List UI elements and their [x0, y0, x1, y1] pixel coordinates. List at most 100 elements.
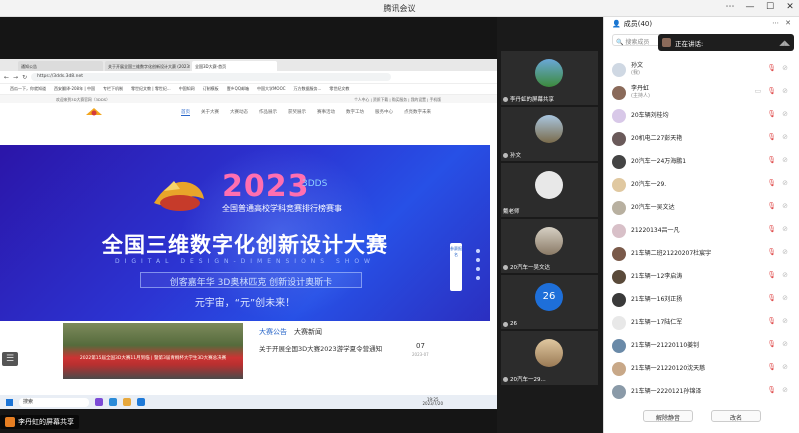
member-row[interactable]: 20汽车一29. 🎙 ⊘ — [612, 174, 792, 195]
site-nav-item[interactable]: 首页 — [181, 109, 190, 116]
camera-off-icon[interactable]: ⊘ — [782, 317, 788, 325]
mic-muted-icon[interactable]: 🎙 — [767, 248, 776, 256]
rename-button[interactable]: 改名 — [711, 410, 761, 422]
member-row[interactable]: 李丹虹 (主持人) ▭ 🎙 ⊘ — [612, 82, 792, 103]
bookmark[interactable]: 中国知网 — [179, 86, 195, 92]
news-tab-news[interactable]: 大赛新闻 — [294, 327, 322, 337]
more-icon[interactable]: ⋯ — [772, 19, 779, 27]
windows-start-icon[interactable] — [6, 398, 13, 406]
camera-off-icon[interactable]: ⊘ — [782, 271, 788, 279]
mic-muted-icon[interactable]: 🎙 — [767, 386, 776, 394]
browser-icon[interactable] — [137, 398, 145, 406]
bookmark[interactable]: 零世纪文教 — [329, 86, 349, 92]
member-row[interactable]: 21车辆一21220110姜钊 🎙 ⊘ — [612, 335, 792, 356]
mic-muted-icon[interactable]: 🎙 — [767, 294, 776, 302]
carousel-dots[interactable] — [476, 249, 480, 280]
member-row[interactable]: 20汽车一24万海鹏1 🎙 ⊘ — [612, 151, 792, 172]
camera-off-icon[interactable]: ⊘ — [782, 363, 788, 371]
mic-muted-icon[interactable]: 🎙 — [767, 110, 776, 118]
mic-muted-icon[interactable]: 🎙 — [767, 271, 776, 279]
more-icon[interactable]: ⋯ — [725, 2, 735, 12]
bookmark[interactable]: 专栏下机制 — [103, 86, 123, 92]
site-nav-item[interactable]: 点亮数字未来 — [404, 109, 431, 116]
mic-muted-icon[interactable]: 🎙 — [767, 156, 776, 164]
site-nav-item[interactable]: 赛事活动 — [317, 109, 335, 116]
bookmark[interactable]: 中国大学MOOC — [257, 86, 286, 92]
bookmark[interactable]: 壹乡QQ邮箱 — [227, 86, 249, 92]
bookmark[interactable]: 零世纪文教 | 零世纪... — [131, 86, 171, 92]
news-photo[interactable]: 2022第15届全国3D大赛11月到临 | 暨第3届青桐杯大学生3D大赛总决赛 — [63, 323, 243, 379]
folder-icon[interactable] — [123, 398, 131, 406]
bookmark[interactable]: 西安翻译-208年 | 中国 — [54, 86, 95, 92]
unmute-all-button[interactable]: 解除静音 — [643, 410, 693, 422]
camera-off-icon[interactable]: ⊘ — [782, 294, 788, 302]
close-button[interactable]: ✕ — [785, 2, 795, 12]
forward-icon[interactable]: → — [13, 74, 18, 81]
app-icon[interactable] — [95, 398, 103, 406]
camera-off-icon[interactable]: ⊘ — [782, 202, 788, 210]
camera-off-icon[interactable]: ⊘ — [782, 64, 788, 72]
video-tile[interactable]: 孙文 — [501, 107, 598, 161]
site-nav-item[interactable]: 获奖展示 — [288, 109, 306, 116]
mic-muted-icon[interactable]: 🎙 — [767, 340, 776, 348]
bookmark[interactable]: 万方数据服务... — [294, 86, 322, 92]
mic-muted-icon[interactable]: 🎙 — [767, 202, 776, 210]
mic-muted-icon[interactable]: 🎙 — [767, 64, 776, 72]
back-icon[interactable]: ← — [4, 74, 9, 81]
camera-off-icon[interactable]: ⊘ — [782, 110, 788, 118]
member-row[interactable]: 21220134吕一凡 🎙 ⊘ — [612, 220, 792, 241]
list-toggle-icon[interactable]: ☰ — [2, 352, 18, 366]
mic-muted-icon[interactable]: 🎙 — [767, 317, 776, 325]
register-side-button[interactable]: 参赛报名 — [450, 243, 462, 291]
browser-tab-active[interactable]: 全国3D大赛-首页 — [192, 61, 277, 71]
site-nav-item[interactable]: 关于大赛 — [201, 109, 219, 116]
maximize-button[interactable]: ☐ — [765, 2, 775, 12]
camera-off-icon[interactable]: ⊘ — [782, 133, 788, 141]
taskbar-search[interactable]: 搜索 — [19, 397, 89, 407]
member-row[interactable]: 21车辆一12李启涛 🎙 ⊘ — [612, 266, 792, 287]
mic-muted-icon[interactable]: 🎙 — [767, 179, 776, 187]
site-nav-item[interactable]: 服务中心 — [375, 109, 393, 116]
mic-muted-icon[interactable]: 🎙 — [767, 87, 776, 95]
news-tab-announcements[interactable]: 大赛公告 — [259, 327, 287, 337]
camera-off-icon[interactable]: ⊘ — [782, 179, 788, 187]
mic-muted-icon[interactable]: 🎙 — [767, 363, 776, 371]
mic-muted-icon[interactable]: 🎙 — [767, 133, 776, 141]
member-row[interactable]: 孙文 (我) 🎙 ⊘ — [612, 59, 792, 80]
bookmark[interactable]: 订制模板 — [203, 86, 219, 92]
member-row[interactable]: 21车辆二班21220207杜宸宇 🎙 ⊘ — [612, 243, 792, 264]
camera-off-icon[interactable]: ⊘ — [782, 386, 788, 394]
camera-off-icon[interactable]: ⊘ — [782, 156, 788, 164]
camera-off-icon[interactable]: ⊘ — [782, 248, 788, 256]
app-icon[interactable] — [109, 398, 117, 406]
member-row[interactable]: 20机电二27彭天艳 🎙 ⊘ — [612, 128, 792, 149]
video-tile[interactable]: 26 26 — [501, 275, 598, 329]
member-row[interactable]: 21车辆一16刘正扬 🎙 ⊘ — [612, 289, 792, 310]
member-row[interactable]: 20汽车一吴文达 🎙 ⊘ — [612, 197, 792, 218]
site-user-links[interactable]: 个人中心 | 资质下载 | 购买服务 | 我的设置 | 手机版 — [354, 97, 441, 102]
news-headline[interactable]: 关于开展全国3D大赛2023游学夏令营通知 — [259, 343, 382, 353]
site-nav-item[interactable]: 数字工坊 — [346, 109, 364, 116]
video-tile[interactable]: 20汽车一吴文达 — [501, 219, 598, 273]
title-bar: 腾讯会议 ⋯ — ☐ ✕ — [0, 0, 799, 17]
mic-muted-icon[interactable]: 🎙 — [767, 225, 776, 233]
member-row[interactable]: 21车辆一21220120沈天慈 🎙 ⊘ — [612, 358, 792, 379]
browser-tab[interactable]: 关于开展全国三维数字化创新设计大赛 (2023年) — [105, 61, 190, 71]
camera-off-icon[interactable]: ⊘ — [782, 225, 788, 233]
member-row[interactable]: 21车辆一17陆仁军 🎙 ⊘ — [612, 312, 792, 333]
minimize-button[interactable]: — — [745, 2, 755, 12]
url-field[interactable]: https://3dds.3d8.net — [31, 73, 392, 81]
refresh-icon[interactable]: ↻ — [22, 74, 27, 81]
camera-off-icon[interactable]: ⊘ — [782, 87, 788, 95]
bookmark[interactable]: 西瓜一下，你就知道 — [10, 86, 46, 92]
video-tile[interactable]: 戴老师 — [501, 163, 598, 217]
member-row[interactable]: 21车辆一2220121孙锦泽 🎙 ⊘ — [612, 381, 792, 402]
close-panel-icon[interactable]: ✕ — [785, 19, 791, 27]
camera-off-icon[interactable]: ⊘ — [782, 340, 788, 348]
browser-tab[interactable]: 通知公告 — [18, 61, 103, 71]
site-nav-item[interactable]: 大赛动态 — [230, 109, 248, 116]
site-nav-item[interactable]: 作品展示 — [259, 109, 277, 116]
video-tile[interactable]: 20汽车一29... — [501, 331, 598, 385]
member-row[interactable]: 20车辆刘桂均 🎙 ⊘ — [612, 105, 792, 126]
video-tile[interactable]: 李丹虹的屏幕共享 — [501, 51, 598, 105]
